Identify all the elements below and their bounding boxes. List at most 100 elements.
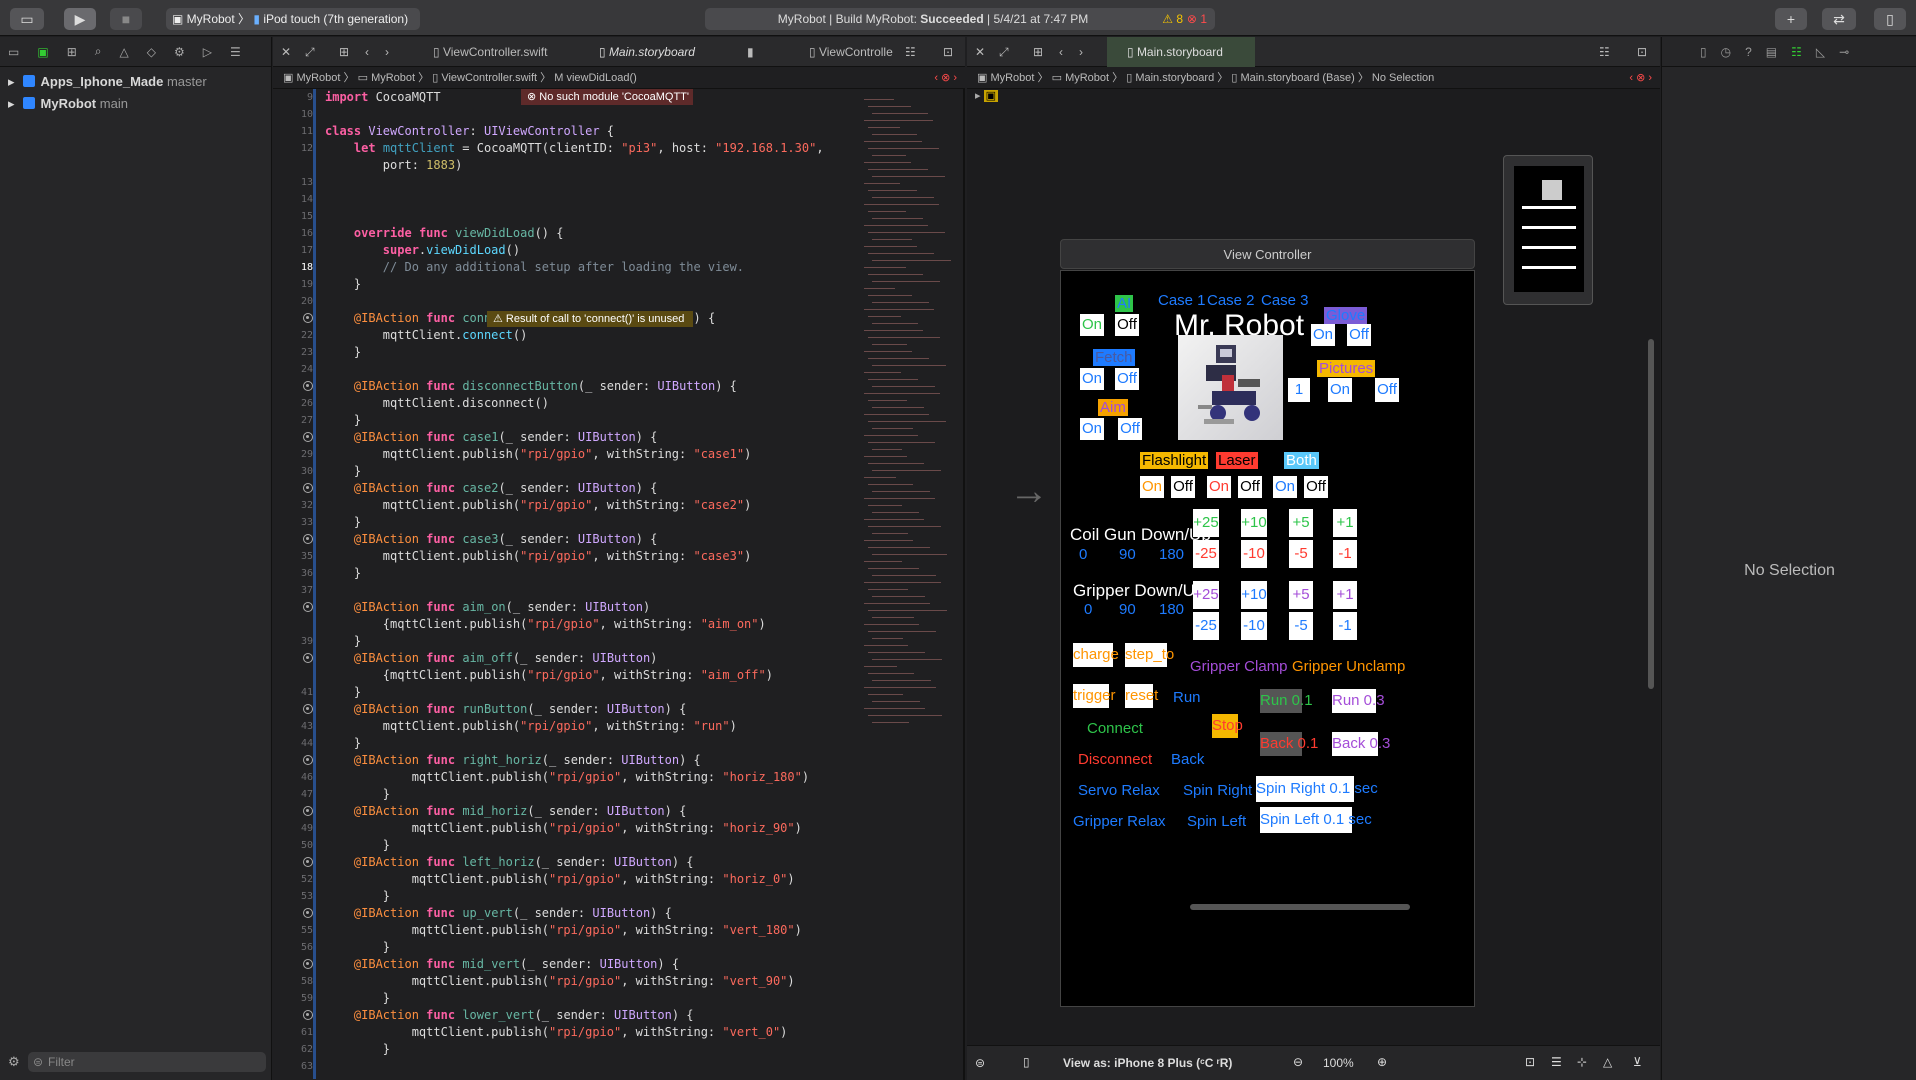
gripper-relax-button[interactable]: Gripper Relax [1073,814,1166,829]
run-03-button[interactable]: Run 0.3 [1332,689,1385,713]
issue-icon[interactable]: △ [119,45,128,59]
code-line[interactable]: 58 mqttClient.publish("rpi/gpio", withSt… [273,973,848,990]
tab-viewcontroller-swift[interactable]: ▯ ViewController.swift [433,37,547,67]
code-line[interactable]: 63 [273,1058,848,1075]
glove-off-button[interactable]: Off [1347,324,1371,346]
code-line[interactable]: 44 } [273,735,848,752]
code-line[interactable]: 59 } [273,990,848,1007]
disclosure-icon[interactable]: ▸ [8,74,15,89]
flashlight-on-button[interactable]: On [1140,476,1164,498]
code-line[interactable]: 24 [273,361,848,378]
navigator-toggle-icon[interactable]: ▭ [10,8,44,30]
help-icon[interactable]: ? [1745,45,1752,59]
grid-icon[interactable]: ⊞ [1033,37,1043,67]
filter-icon[interactable]: ⊜ [975,1056,985,1070]
code-line[interactable]: 13 [273,174,848,191]
case1-button[interactable]: Case 1 [1158,293,1206,308]
forward-arrow-icon[interactable]: › [1079,37,1083,67]
jump-item[interactable]: ▣ MyRobot [977,72,1034,84]
test-icon[interactable]: ◇ [147,45,156,59]
resolve-issues-icon[interactable]: △ [1603,1055,1612,1069]
aim-off-button[interactable]: Off [1118,418,1142,440]
folder-icon[interactable]: ▭ [8,45,19,59]
forward-arrow-icon[interactable]: › [385,37,389,67]
code-line[interactable]: @IBAction func left_horiz(_ sender: UIBu… [273,854,848,871]
code-line[interactable]: 50 } [273,837,848,854]
zoom-out-icon[interactable]: ⊖ [1293,1055,1303,1069]
gripper-unclamp-button[interactable]: Gripper Unclamp [1292,659,1405,674]
code-line[interactable]: port: 1883) [273,157,848,174]
code-line[interactable]: 11 class ViewController: UIViewController… [273,123,848,140]
code-line[interactable]: 39 } [273,633,848,650]
connection-outlet-icon[interactable] [303,653,313,663]
gripper-clamp-button[interactable]: Gripper Clamp [1190,659,1288,674]
navigator-item[interactable]: ▸ Apps_Iphone_Made master [0,71,271,93]
horizontal-scrollbar[interactable] [1190,904,1410,910]
back-arrow-icon[interactable]: ‹ [1059,37,1063,67]
jump-item[interactable]: ▯ Main.storyboard (Base) [1231,72,1354,84]
code-line[interactable]: 56 } [273,939,848,956]
gripper-minus10-button[interactable]: -10 [1241,612,1267,640]
connection-outlet-icon[interactable] [303,704,313,714]
symbol-icon[interactable]: ⊞ [67,45,77,59]
code-line[interactable]: 20 [273,293,848,310]
code-line[interactable]: 37 [273,582,848,599]
embed-icon[interactable]: ⊻ [1633,1055,1642,1069]
file-icon[interactable]: ▮ [747,37,754,67]
code-line[interactable]: 12 let mqttClient = CocoaMQTT(clientID: … [273,140,848,157]
code-line[interactable]: 30 } [273,463,848,480]
coil-minus25-button[interactable]: -25 [1193,540,1219,568]
connection-outlet-icon[interactable] [303,755,313,765]
close-icon[interactable]: ✕ [281,37,291,67]
code-line[interactable]: @IBAction func case3(_ sender: UIButton)… [273,531,848,548]
connection-outlet-icon[interactable] [303,534,313,544]
code-line[interactable]: 61 mqttClient.publish("rpi/gpio", withSt… [273,1024,848,1041]
tab-main-storyboard[interactable]: ▯ Main.storyboard [599,37,695,67]
robot-controller-view[interactable]: AI On Off Case 1 Case 2 Case 3 Mr. Robot… [1060,270,1475,1007]
code-line[interactable]: @IBAction func mid_horiz(_ sender: UIBut… [273,803,848,820]
laser-on-button[interactable]: On [1207,476,1231,498]
attributes-icon[interactable]: ☷ [1791,45,1802,59]
code-line[interactable]: @IBAction func case2(_ sender: UIButton)… [273,480,848,497]
add-editor-icon[interactable]: ⊡ [1637,37,1647,67]
connection-outlet-icon[interactable] [303,602,313,612]
code-line[interactable]: 26 mqttClient.disconnect() [273,395,848,412]
connect-button[interactable]: Connect [1087,721,1143,736]
both-on-button[interactable]: On [1273,476,1297,498]
document-outline-icon[interactable]: ▸ ▣ [975,89,998,102]
trigger-button[interactable]: trigger [1073,684,1116,708]
grid-icon[interactable]: ⊞ [339,37,349,67]
case2-button[interactable]: Case 2 [1207,293,1255,308]
back-button[interactable]: Back [1171,752,1204,767]
aim-on-button[interactable]: On [1080,418,1104,440]
code-line[interactable]: 62 } [273,1041,848,1058]
code-line[interactable]: 35 mqttClient.publish("rpi/gpio", withSt… [273,548,848,565]
tab-viewcontroller-2[interactable]: ▯ ViewControlle [809,37,893,67]
minimap[interactable] [850,89,963,779]
device-configuration[interactable]: View as: iPhone 8 Plus (ᶜC ʳR) [1063,1056,1232,1070]
disclosure-icon[interactable]: ▸ [8,96,15,111]
gear-icon[interactable]: ⚙ [8,1054,20,1070]
issue-nav-icon[interactable]: ‹ ⊗ › [934,67,957,89]
code-line[interactable]: 15 [273,208,848,225]
issue-nav-icon[interactable]: ‹ ⊗ › [1629,67,1652,89]
coil-0-button[interactable]: 0 [1079,547,1087,562]
ai-on-button[interactable]: On [1080,314,1104,336]
coil-90-button[interactable]: 90 [1119,547,1136,562]
code-line[interactable]: 27 } [273,412,848,429]
gripper-0-button[interactable]: 0 [1084,602,1092,617]
code-line[interactable]: 18 // Do any additional setup after load… [273,259,848,276]
add-constraints-icon[interactable]: ⊹ [1577,1055,1587,1069]
connection-outlet-icon[interactable] [303,381,313,391]
library-plus-icon[interactable]: + [1775,8,1807,30]
code-line[interactable]: 16 override func viewDidLoad() { [273,225,848,242]
disconnect-button[interactable]: Disconnect [1078,752,1152,767]
code-line[interactable]: 53 } [273,888,848,905]
code-line[interactable]: @IBAction func runButton(_ sender: UIBut… [273,701,848,718]
code-line[interactable]: 10 [273,106,848,123]
spin-right-button[interactable]: Spin Right [1183,783,1252,798]
code-line[interactable]: 14 [273,191,848,208]
spin-left-01-button[interactable]: Spin Left 0.1 sec [1260,807,1372,833]
coil-plus25-button[interactable]: +25 [1193,509,1219,537]
breakpoint-icon[interactable]: ▷ [203,45,212,59]
